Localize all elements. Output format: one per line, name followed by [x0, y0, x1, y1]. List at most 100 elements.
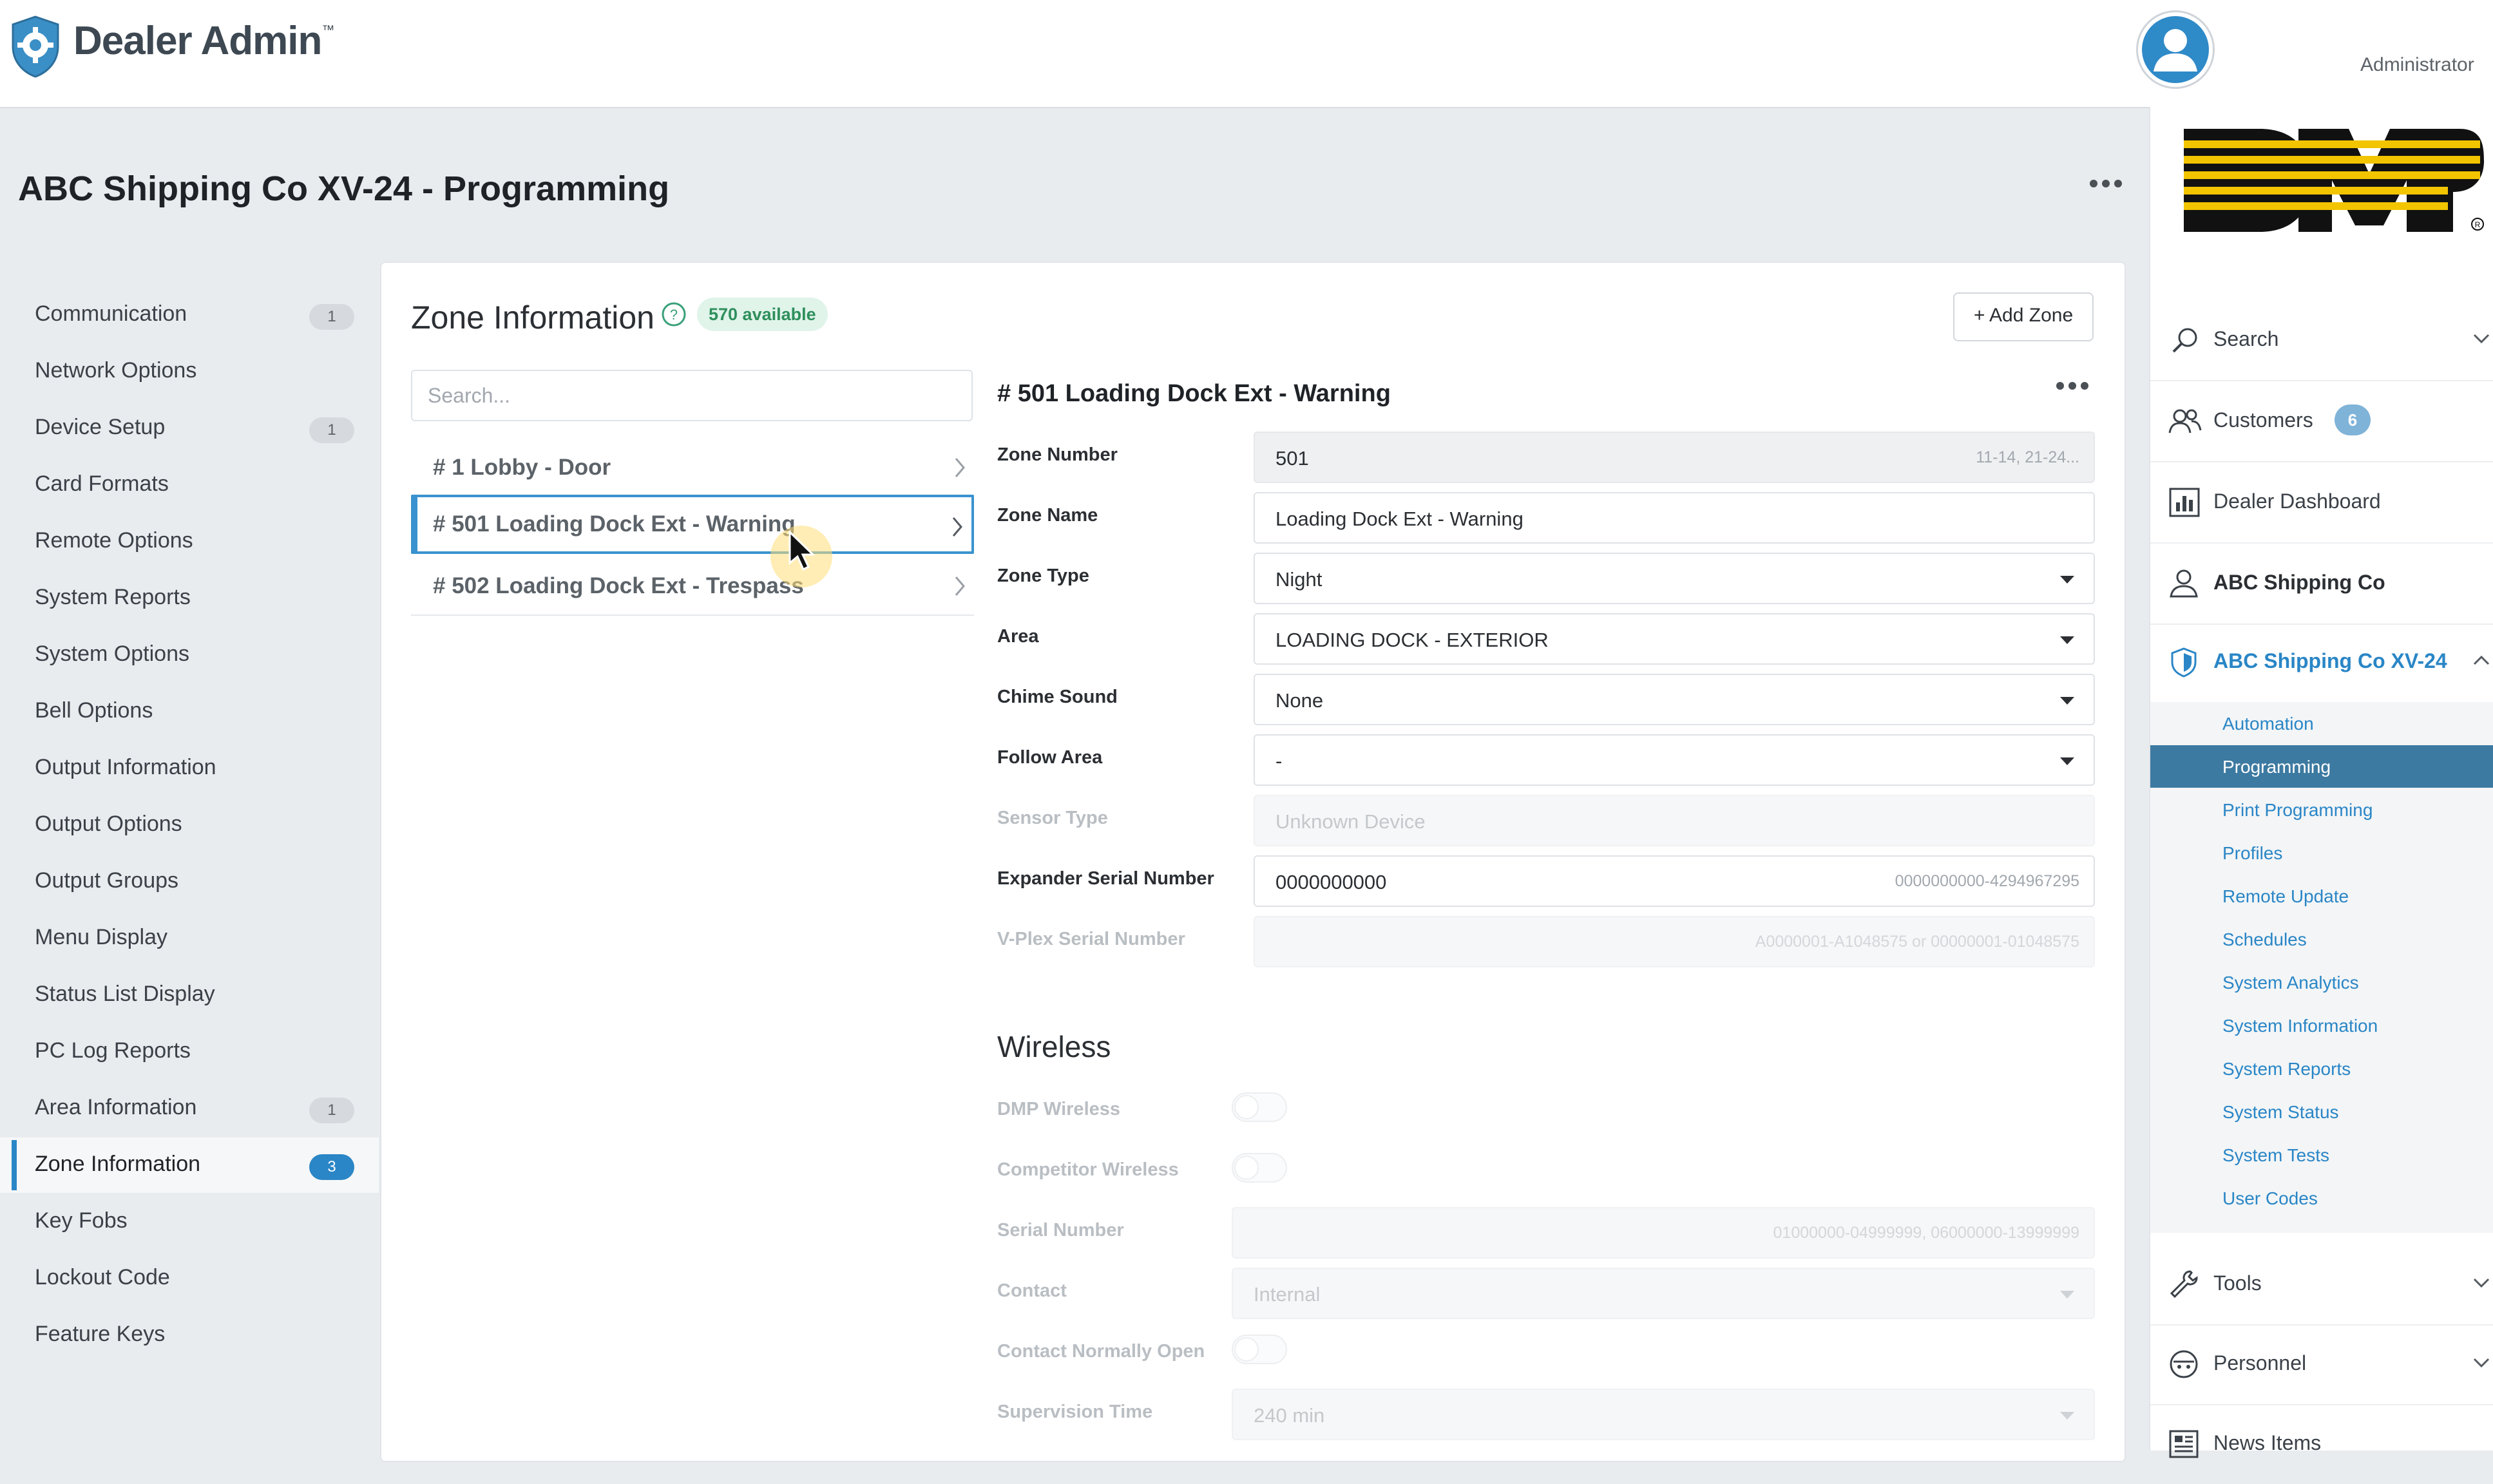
chevron-down-icon — [2473, 1278, 2490, 1288]
sidebar-search[interactable]: Search — [2150, 300, 2493, 381]
nav-label: Key Fobs — [35, 1208, 128, 1233]
submenu-schedules[interactable]: Schedules — [2150, 918, 2493, 960]
search-icon — [2172, 328, 2197, 353]
submenu-print-programming[interactable]: Print Programming — [2150, 788, 2493, 831]
section-title: Zone Information — [411, 300, 654, 336]
submenu-label: System Information — [2222, 1016, 2378, 1036]
zone-type-select[interactable]: Night — [1254, 553, 2095, 604]
submenu-programming[interactable]: Programming — [2150, 745, 2493, 788]
submenu-profiles[interactable]: Profiles — [2150, 832, 2493, 874]
nav-item-bell-options[interactable]: Bell Options — [0, 684, 379, 739]
nav-item-system-reports[interactable]: System Reports — [0, 571, 379, 626]
dashboard-icon — [2169, 488, 2200, 517]
top-bar: Dealer Admin™ Administrator — [0, 0, 2493, 108]
submenu-label: Programming — [2222, 757, 2331, 777]
sidebar-dealer-dashboard[interactable]: Dealer Dashboard — [2150, 462, 2493, 544]
active-indicator — [12, 1140, 17, 1190]
submenu-system-status[interactable]: System Status — [2150, 1090, 2493, 1133]
zone-list-item-selected[interactable]: # 501 Loading Dock Ext - Warning — [411, 495, 974, 554]
nav-item-menu-display[interactable]: Menu Display — [0, 911, 379, 966]
caret-down-icon — [2060, 757, 2074, 765]
user-role-label: Administrator — [2360, 54, 2474, 75]
sidebar-customers[interactable]: Customers 6 — [2150, 381, 2493, 462]
nav-badge: 1 — [309, 1098, 354, 1123]
nav-item-network-options[interactable]: Network Options — [0, 344, 379, 399]
submenu-automation[interactable]: Automation — [2150, 702, 2493, 745]
competitor-wireless-toggle[interactable] — [1232, 1153, 1287, 1183]
chevron-up-icon — [2473, 655, 2490, 665]
submenu-system-information[interactable]: System Information — [2150, 1004, 2493, 1047]
person-icon — [2170, 569, 2198, 598]
chime-sound-select[interactable]: None — [1254, 674, 2095, 725]
more-dots-icon[interactable] — [2090, 174, 2126, 193]
zone-name-input[interactable]: Loading Dock Ext - Warning — [1254, 492, 2095, 544]
sidebar-customer[interactable]: ABC Shipping Co — [2150, 544, 2493, 625]
follow-area-select[interactable]: - — [1254, 734, 2095, 786]
nav-item-lockout-code[interactable]: Lockout Code — [0, 1251, 379, 1306]
brand-title[interactable]: Dealer Admin™ — [73, 18, 334, 64]
sidebar-label: Dealer Dashboard — [2213, 490, 2381, 513]
submenu-system-reports[interactable]: System Reports — [2150, 1047, 2493, 1090]
nav-label: Feature Keys — [35, 1322, 166, 1346]
sidebar-system[interactable]: ABC Shipping Co XV-24 — [2150, 622, 2493, 703]
submenu-user-codes[interactable]: User Codes — [2150, 1177, 2493, 1219]
nav-badge: 1 — [309, 304, 354, 330]
nav-label: Bell Options — [35, 698, 153, 723]
expander-serial-input[interactable]: 0000000000 0000000000-4294967295 — [1254, 855, 2095, 907]
expander-serial-label: Expander Serial Number — [997, 868, 1214, 889]
customers-count-badge: 6 — [2335, 404, 2371, 435]
nav-item-key-fobs[interactable]: Key Fobs — [0, 1194, 379, 1250]
field-hint: 01000000-04999999, 06000000-13999999 — [1773, 1224, 2079, 1242]
nav-item-zone-information[interactable]: Zone Information 3 — [0, 1137, 379, 1193]
submenu-remote-update[interactable]: Remote Update — [2150, 875, 2493, 917]
zone-label: # 502 Loading Dock Ext - Trespass — [433, 573, 804, 598]
submenu-label: Automation — [2222, 714, 2314, 734]
chevron-right-icon — [952, 517, 962, 537]
submenu-system-tests[interactable]: System Tests — [2150, 1134, 2493, 1176]
nav-item-system-options[interactable]: System Options — [0, 627, 379, 683]
zone-label: # 1 Lobby - Door — [433, 455, 611, 480]
vplex-serial-input: A0000001-A1048575 or 00000001-01048575 — [1254, 916, 2095, 967]
wrench-icon — [2170, 1270, 2198, 1298]
nav-label: Remote Options — [35, 528, 193, 553]
zone-list-item[interactable]: # 1 Lobby - Door — [411, 438, 974, 497]
area-select[interactable]: LOADING DOCK - EXTERIOR — [1254, 613, 2095, 665]
dmp-logo: R — [2184, 129, 2484, 232]
nav-label: Communication — [35, 301, 187, 326]
caret-down-icon — [2060, 636, 2074, 644]
nav-label: Menu Display — [35, 925, 167, 949]
nav-item-output-information[interactable]: Output Information — [0, 741, 379, 796]
help-circle-icon[interactable]: ? — [661, 301, 687, 327]
nav-item-feature-keys[interactable]: Feature Keys — [0, 1308, 379, 1363]
nav-label: Output Options — [35, 812, 182, 836]
sidebar-label: Tools — [2213, 1271, 2262, 1295]
nav-item-status-list-display[interactable]: Status List Display — [0, 967, 379, 1023]
nav-item-device-setup[interactable]: Device Setup 1 — [0, 401, 379, 456]
zone-information-card: Zone Information ? 570 available + Add Z… — [380, 262, 2126, 1462]
user-avatar-icon[interactable] — [2136, 10, 2215, 89]
add-zone-button[interactable]: + Add Zone — [1953, 292, 2094, 341]
contact-normally-open-toggle[interactable] — [1232, 1335, 1287, 1364]
nav-label: Area Information — [35, 1095, 197, 1119]
more-dots-icon[interactable] — [2056, 376, 2092, 395]
nav-item-card-formats[interactable]: Card Formats — [0, 457, 379, 513]
submenu-system-analytics[interactable]: System Analytics — [2150, 961, 2493, 1004]
nav-label: Output Groups — [35, 868, 179, 893]
field-value: Night — [1275, 568, 1323, 591]
zone-search-input[interactable] — [411, 370, 973, 421]
nav-item-pc-log-reports[interactable]: PC Log Reports — [0, 1024, 379, 1080]
sidebar-news-items[interactable]: News Items — [2150, 1404, 2493, 1484]
sidebar-personnel[interactable]: Personnel — [2150, 1324, 2493, 1405]
nav-item-area-information[interactable]: Area Information 1 — [0, 1081, 379, 1136]
zone-list-item[interactable]: # 502 Loading Dock Ext - Trespass — [411, 556, 974, 616]
nav-item-remote-options[interactable]: Remote Options — [0, 514, 379, 569]
sidebar-tools[interactable]: Tools — [2150, 1244, 2493, 1326]
vplex-serial-label: V-Plex Serial Number — [997, 929, 1185, 949]
nav-item-communication[interactable]: Communication 1 — [0, 287, 379, 343]
nav-item-output-groups[interactable]: Output Groups — [0, 854, 379, 909]
field-value: LOADING DOCK - EXTERIOR — [1275, 629, 1549, 651]
nav-item-output-options[interactable]: Output Options — [0, 797, 379, 853]
dmp-wireless-label: DMP Wireless — [997, 1099, 1121, 1119]
dmp-wireless-toggle[interactable] — [1232, 1092, 1287, 1122]
nav-label: Network Options — [35, 358, 197, 383]
